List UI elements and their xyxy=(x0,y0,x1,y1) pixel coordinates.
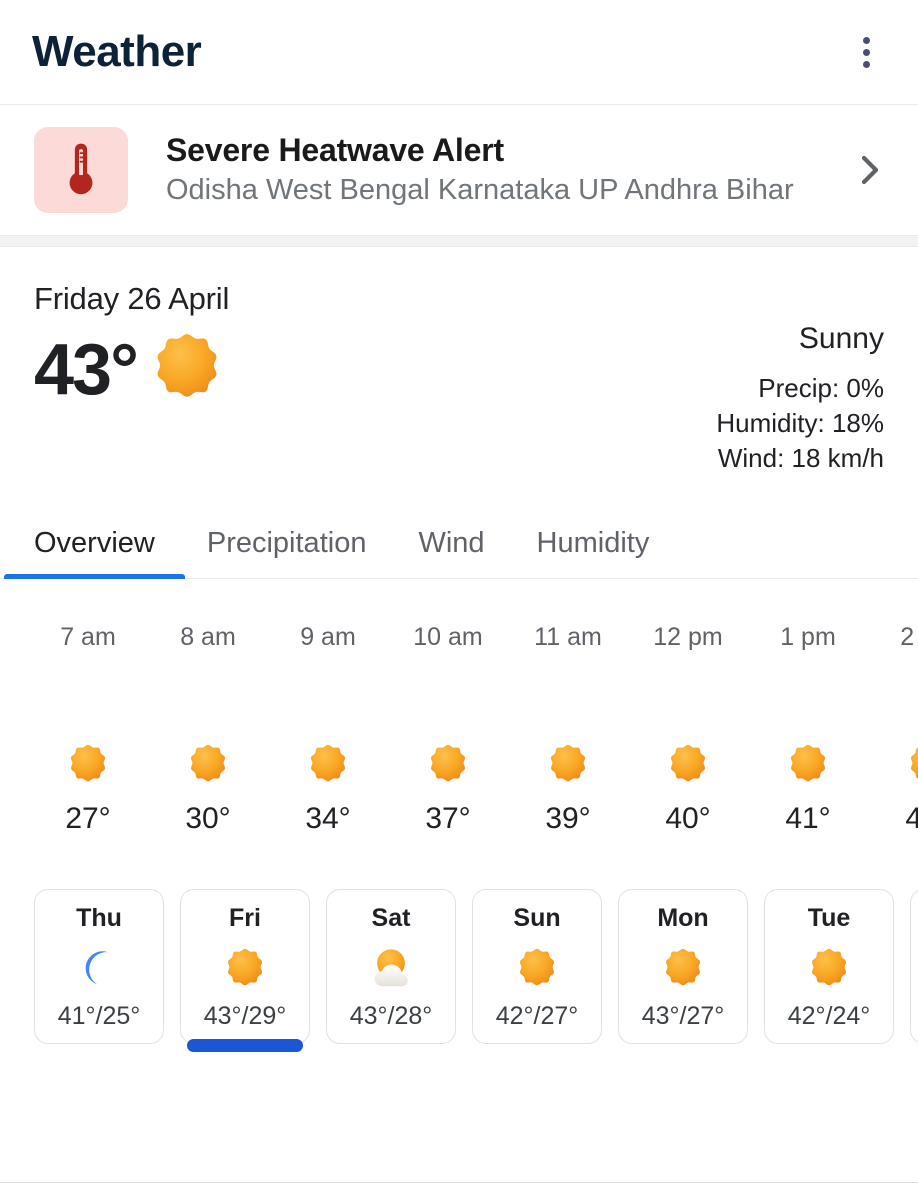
page-title: Weather xyxy=(32,27,202,76)
alert-regions: Odisha West Bengal Karnataka UP Andhra B… xyxy=(166,174,794,207)
app-header: Weather xyxy=(0,0,918,105)
day-name: Sat xyxy=(371,904,411,932)
day-name: Fri xyxy=(229,904,261,932)
sun-icon xyxy=(628,742,748,788)
sun-icon xyxy=(661,945,705,991)
sun-icon xyxy=(388,742,508,788)
hour-temperature: 37° xyxy=(425,802,471,835)
alert-icon-container xyxy=(34,127,128,213)
day-name: Thu xyxy=(76,904,122,932)
hourly-item[interactable]: 7 am 27° xyxy=(28,579,148,836)
day-card-sun[interactable]: Sun 42°/27° xyxy=(472,889,602,1044)
hour-temperature: 27° xyxy=(65,802,111,835)
humidity-stat: Humidity: 18% xyxy=(716,408,884,439)
bottom-divider xyxy=(0,1182,918,1183)
day-card-fri[interactable]: Fri 43°/29° xyxy=(180,889,310,1052)
day-card-tue[interactable]: Tue 42°/24° xyxy=(764,889,894,1044)
hour-label: 11 am xyxy=(534,623,602,651)
crescent-moon-icon xyxy=(76,945,122,991)
current-stats: Sunny Precip: 0% Humidity: 18% Wind: 18 … xyxy=(716,321,884,476)
tab-wind[interactable]: Wind xyxy=(418,527,484,578)
heatwave-alert-row[interactable]: Severe Heatwave Alert Odisha West Bengal… xyxy=(0,105,918,235)
day-temp-range: 41°/25° xyxy=(57,1002,141,1030)
day-card-mon[interactable]: Mon 43°/27° xyxy=(618,889,748,1044)
day-name: Sun xyxy=(513,904,561,932)
day-temp-range: 43°/27° xyxy=(641,1002,725,1030)
day-name: Mon xyxy=(657,904,709,932)
hour-temperature: 39° xyxy=(545,802,591,835)
current-date: Friday 26 April xyxy=(34,281,230,316)
day-name: Tue xyxy=(807,904,851,932)
sun-icon xyxy=(508,742,628,788)
sun-icon xyxy=(149,329,225,410)
sun-icon xyxy=(868,742,918,788)
alert-title: Severe Heatwave Alert xyxy=(166,132,504,169)
sun-icon xyxy=(268,742,388,788)
day-card-thu[interactable]: Thu 41°/25° xyxy=(34,889,164,1044)
hourly-item[interactable]: 12 pm 40° xyxy=(628,579,748,836)
sun-icon xyxy=(515,945,559,991)
hour-label: 9 am xyxy=(300,623,356,651)
hourly-item[interactable]: 10 am 37° xyxy=(388,579,508,836)
hour-temperature: 40° xyxy=(665,802,711,835)
hour-label: 2 pm xyxy=(900,623,918,651)
hour-temperature: 41° xyxy=(785,802,831,835)
daily-forecast[interactable]: Thu 41°/25° Fri 43°/29° Sat 43°/28° Sun … xyxy=(0,879,918,1079)
day-temp-range: 42°/27° xyxy=(495,1002,579,1030)
overflow-menu-icon[interactable] xyxy=(844,30,888,74)
day-temp-range: 43°/29° xyxy=(203,1002,287,1030)
hour-temperature: 42° xyxy=(905,802,918,835)
alert-text-block: Severe Heatwave Alert Odisha West Bengal… xyxy=(128,130,850,210)
hourly-item[interactable]: 11 am 39° xyxy=(508,579,628,836)
thermometer-icon xyxy=(69,143,93,195)
current-conditions: Friday 26 April 43° Sunny Precip: 0% Hum… xyxy=(0,247,918,497)
tab-overview[interactable]: Overview xyxy=(4,527,185,579)
wind-stat: Wind: 18 km/h xyxy=(717,443,884,474)
hourly-item[interactable]: 1 pm 41° xyxy=(748,579,868,836)
sun-icon xyxy=(748,742,868,788)
precip-stat: Precip: 0% xyxy=(758,373,884,403)
menu-dot xyxy=(862,60,870,68)
sun-icon xyxy=(223,945,267,991)
hour-temperature: 30° xyxy=(185,802,231,835)
sun-icon xyxy=(28,742,148,788)
sun-icon xyxy=(148,742,268,788)
hourly-item[interactable]: 8 am 30° xyxy=(148,579,268,836)
hourly-track: 7 am 27° 8 am 30° 9 am 34° 10 am 37° 11 … xyxy=(0,579,918,836)
tab-humidity[interactable]: Humidity xyxy=(537,527,650,578)
hourly-item[interactable]: 2 pm 42° xyxy=(868,579,918,836)
day-temp-range: 43°/28° xyxy=(349,1002,433,1030)
chevron-right-icon[interactable] xyxy=(850,150,890,190)
day-card-sat[interactable]: Sat 43°/28° xyxy=(326,889,456,1044)
sun-behind-cloud-icon xyxy=(367,945,415,991)
current-condition: Sunny xyxy=(798,322,884,355)
hour-label: 12 pm xyxy=(653,623,723,651)
hour-temperature: 34° xyxy=(305,802,351,835)
section-divider-band xyxy=(0,235,918,247)
hour-label: 7 am xyxy=(60,623,116,651)
forecast-tabs: Overview Precipitation Wind Humidity xyxy=(0,497,918,579)
menu-dot xyxy=(862,36,870,44)
hour-label: 10 am xyxy=(413,623,483,651)
tab-precipitation[interactable]: Precipitation xyxy=(207,527,367,578)
day-temp-range: 42°/24° xyxy=(787,1002,871,1030)
hourly-forecast[interactable]: 7 am 27° 8 am 30° 9 am 34° 10 am 37° 11 … xyxy=(0,579,918,879)
current-temperature: 43° xyxy=(34,329,139,410)
day-card-next[interactable] xyxy=(910,889,918,1044)
sun-icon xyxy=(807,945,851,991)
daily-track: Thu 41°/25° Fri 43°/29° Sat 43°/28° Sun … xyxy=(0,889,918,1052)
hour-label: 8 am xyxy=(180,623,236,651)
menu-dot xyxy=(862,48,870,56)
hourly-item[interactable]: 9 am 34° xyxy=(268,579,388,836)
hour-label: 1 pm xyxy=(780,623,836,651)
